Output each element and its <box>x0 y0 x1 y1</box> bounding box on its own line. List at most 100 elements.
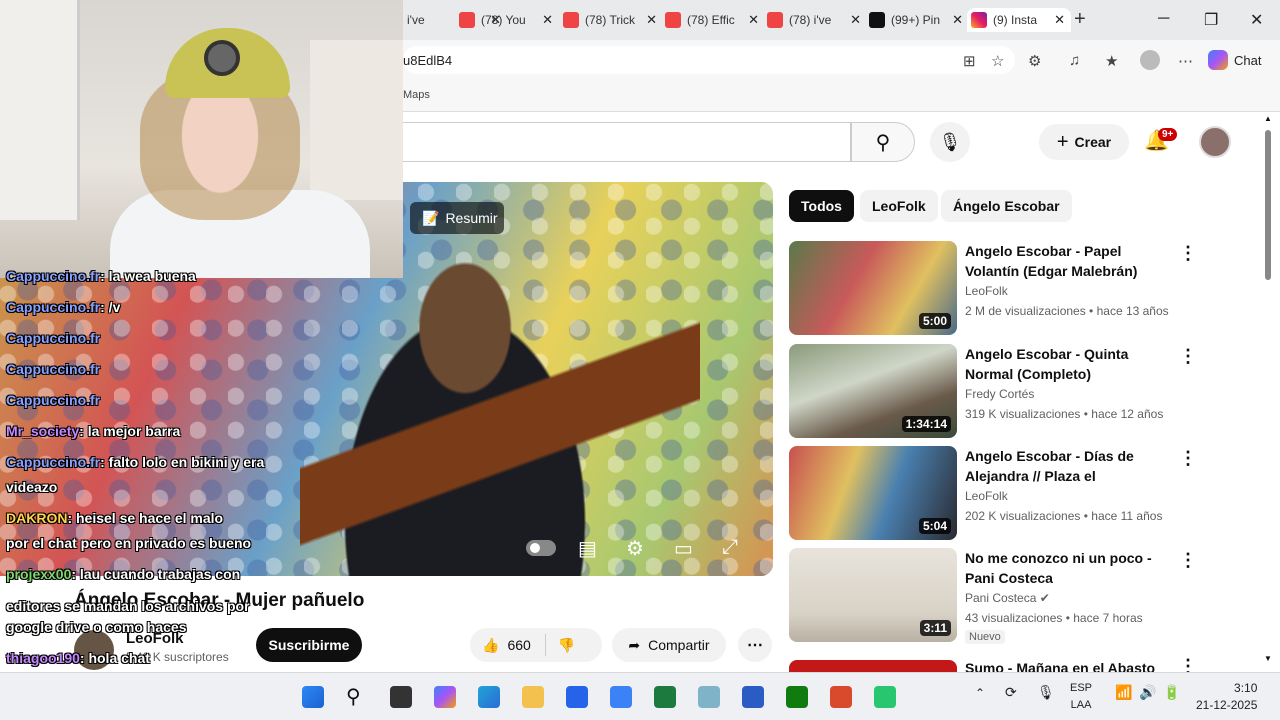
mail-icon[interactable] <box>610 686 632 708</box>
kebab-menu-icon[interactable]: ⋮ <box>1179 550 1197 571</box>
recommendation-item[interactable]: 5:04 Angelo Escobar - Días de Alejandra … <box>789 446 1259 542</box>
extensions-icon[interactable]: ⚙ <box>1028 52 1041 70</box>
sync-icon[interactable]: ⟳ <box>1005 684 1017 701</box>
store-icon[interactable] <box>566 686 588 708</box>
battery-icon[interactable]: 🔋 <box>1163 684 1180 701</box>
media-icon[interactable]: ♫ <box>1069 52 1080 69</box>
subtitles-icon[interactable]: ▤ <box>578 536 597 561</box>
theater-mode-icon[interactable]: ▭ <box>674 536 693 561</box>
recommendation-channel[interactable]: LeoFolk <box>965 489 1008 503</box>
share-button[interactable]: ➦ Compartir <box>612 628 726 662</box>
recommendation-title[interactable]: Sumo - Mañana en el Abasto <box>965 658 1165 672</box>
chip-leofolk[interactable]: LeoFolk <box>860 190 938 222</box>
page-scrollbar[interactable]: ▲ ▼ <box>1260 112 1280 668</box>
task-view-icon[interactable] <box>390 686 412 708</box>
close-tab-icon[interactable]: ✕ <box>542 12 553 28</box>
recommendation-channel[interactable]: Pani Costeca ✔ <box>965 591 1050 605</box>
file-explorer-icon[interactable] <box>522 686 544 708</box>
recommendation-item[interactable]: Sumo - Mañana en el Abasto ⋮ <box>789 658 1259 672</box>
share-label: Compartir <box>648 637 710 653</box>
restore-icon[interactable]: ❐ <box>1204 10 1218 30</box>
favorites-icon[interactable]: ★ <box>1105 52 1118 70</box>
input-language[interactable]: ESP LAA <box>1070 680 1092 714</box>
excel-icon[interactable] <box>654 686 676 708</box>
recommendation-title[interactable]: No me conozco ni un poco - Pani Costeca <box>965 548 1165 588</box>
url-field[interactable]: u8EdlB4 <box>403 46 1015 74</box>
settings-gear-icon[interactable]: ⚙ <box>626 536 644 561</box>
voice-search-button[interactable]: 🎙 <box>930 122 970 162</box>
start-menu-icon[interactable] <box>302 686 324 708</box>
summarize-button[interactable]: 📝 Resumir <box>410 202 504 234</box>
recommendation-item[interactable]: 3:11 No me conozco ni un poco - Pani Cos… <box>789 548 1259 644</box>
photos-icon[interactable] <box>698 686 720 708</box>
kebab-menu-icon[interactable]: ⋮ <box>1179 243 1197 264</box>
fullscreen-icon[interactable]: ⤢ <box>722 536 738 559</box>
video-thumbnail[interactable]: 5:00 <box>789 241 957 335</box>
more-actions-button[interactable]: ⋯ <box>738 628 772 662</box>
copilot-taskbar-icon[interactable] <box>434 686 456 708</box>
scroll-up-icon[interactable]: ▲ <box>1264 114 1272 123</box>
favorite-star-icon[interactable]: ☆ <box>991 52 1004 70</box>
close-tab-icon[interactable]: ✕ <box>1054 12 1065 28</box>
profile-icon[interactable] <box>1140 50 1160 70</box>
recommendation-title[interactable]: Angelo Escobar - Días de Alejandra // Pl… <box>965 446 1165 486</box>
close-window-icon[interactable]: ✕ <box>1250 10 1263 30</box>
search-input[interactable] <box>403 122 851 162</box>
video-thumbnail[interactable]: 1:34:14 <box>789 344 957 438</box>
kebab-menu-icon[interactable]: ⋮ <box>1179 448 1197 469</box>
more-menu-icon[interactable]: ⋯ <box>1178 52 1193 70</box>
browser-tab-active[interactable]: (9) Insta ✕ <box>967 8 1071 32</box>
bookmark-maps[interactable]: Maps <box>403 89 430 101</box>
browser-tab[interactable]: (78) Trick ✕ <box>559 8 663 32</box>
chip-todos[interactable]: Todos <box>789 190 854 222</box>
browser-tab[interactable]: (78) Effic ✕ <box>661 8 765 32</box>
browser-tab[interactable]: (78) i've ✕ <box>763 8 867 32</box>
powerpoint-icon[interactable] <box>830 686 852 708</box>
recommendation-channel[interactable]: LeoFolk <box>965 284 1008 298</box>
recommendation-channel[interactable]: Fredy Cortés <box>965 387 1034 401</box>
clock-time: 3:10 <box>1234 681 1258 695</box>
create-button[interactable]: + Crear <box>1039 124 1129 160</box>
close-tab-icon[interactable]: ✕ <box>952 12 963 28</box>
stream-chat-overlay: Cappuccino.fr: la wea buena Cappuccino.fr… <box>0 268 330 720</box>
like-button[interactable]: 👍 660 <box>470 634 546 656</box>
system-clock[interactable]: 3:10 21-12-2025 <box>1196 680 1257 714</box>
volume-icon[interactable]: 🔊 <box>1139 684 1156 701</box>
xbox-icon[interactable] <box>786 686 808 708</box>
chat-label: Chat <box>1234 52 1262 68</box>
recommendation-item[interactable]: 5:00 Angelo Escobar - Papel Volantín (Ed… <box>789 241 1259 337</box>
microphone-icon[interactable]: 🎙 <box>1037 684 1055 701</box>
kebab-menu-icon[interactable]: ⋮ <box>1179 658 1197 672</box>
video-thumbnail[interactable]: 3:11 <box>789 548 957 642</box>
autoplay-toggle[interactable] <box>526 540 556 556</box>
video-thumbnail[interactable]: 5:04 <box>789 446 957 540</box>
close-tab-icon[interactable]: ✕ <box>850 12 861 28</box>
video-thumbnail[interactable] <box>789 660 957 672</box>
kebab-menu-icon[interactable]: ⋮ <box>1179 346 1197 367</box>
recommendation-title[interactable]: Angelo Escobar - Papel Volantín (Edgar M… <box>965 241 1165 281</box>
edge-browser-icon[interactable] <box>478 686 500 708</box>
create-label: Crear <box>1074 134 1112 150</box>
close-tab-icon[interactable]: ✕ <box>748 12 759 28</box>
scrollbar-thumb[interactable] <box>1265 130 1271 280</box>
browser-tab[interactable]: (78) You ✕ <box>455 8 559 32</box>
recommendation-item[interactable]: 1:34:14 Angelo Escobar - Quinta Normal (… <box>789 344 1259 440</box>
search-button[interactable]: ⚲ <box>851 122 915 162</box>
wifi-icon[interactable]: 📶 <box>1115 684 1132 701</box>
new-tab-icon[interactable]: + <box>1074 8 1086 31</box>
minimize-icon[interactable]: ─ <box>1158 10 1169 28</box>
copilot-chat-button[interactable]: Chat <box>1208 46 1274 74</box>
chip-angelo-escobar[interactable]: Ángelo Escobar <box>941 190 1072 222</box>
chevron-up-icon[interactable]: ⌃ <box>975 686 985 700</box>
account-avatar[interactable] <box>1199 126 1231 158</box>
apps-icon[interactable]: ⊞ <box>963 52 976 70</box>
recommendation-title[interactable]: Angelo Escobar - Quinta Normal (Completo… <box>965 344 1165 384</box>
dislike-button[interactable]: 👎 <box>546 637 575 654</box>
close-tab-icon[interactable]: ✕ <box>646 12 657 28</box>
instagram-icon <box>971 12 987 28</box>
search-icon[interactable]: ⚲ <box>346 684 361 709</box>
word-icon[interactable] <box>742 686 764 708</box>
game-app-icon[interactable] <box>874 686 896 708</box>
browser-tab[interactable]: (99+) Pin ✕ <box>865 8 969 32</box>
scroll-down-icon[interactable]: ▼ <box>1264 654 1272 663</box>
